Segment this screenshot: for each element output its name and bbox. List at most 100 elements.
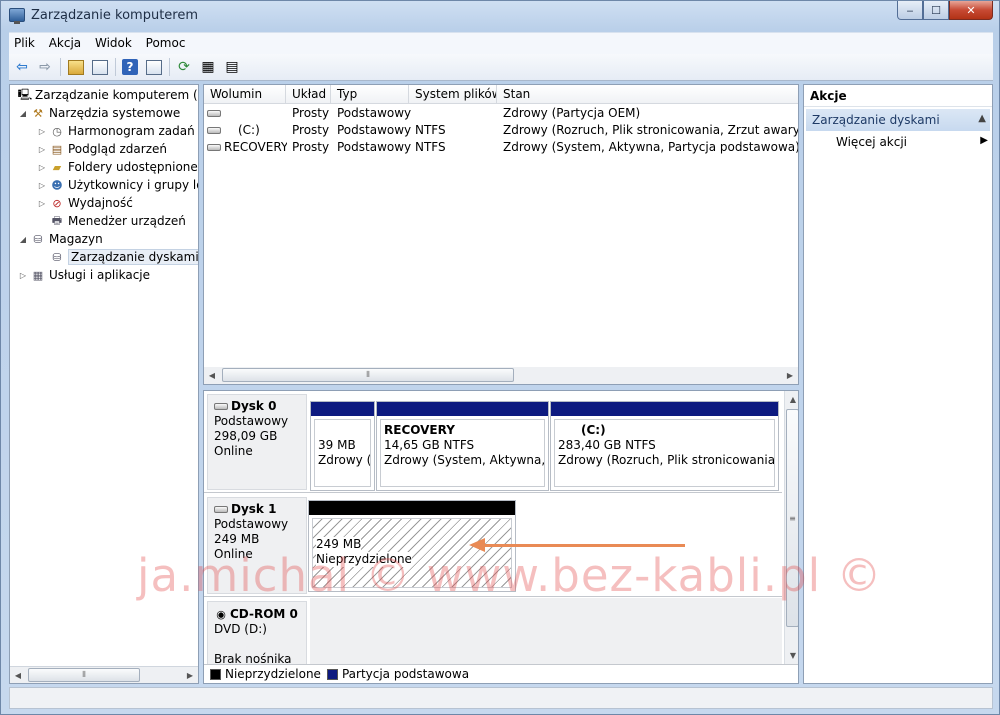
up-folder-icon[interactable] xyxy=(65,57,87,77)
tree-item-system-tools[interactable]: ◢ ⚒ Narzędzia systemowe xyxy=(18,104,180,122)
disk-icon xyxy=(214,506,228,513)
cdrom-empty-area xyxy=(310,598,782,664)
menu-plik[interactable]: Plik xyxy=(9,33,40,50)
tree-item-services-apps[interactable]: ▷ ▦ Usługi i aplikacje xyxy=(18,266,150,284)
users-icon: ☻ xyxy=(51,178,63,192)
back-icon[interactable]: ⇦ xyxy=(11,57,33,77)
partition-status: Nieprzydzielone xyxy=(316,552,412,567)
legend-label: Partycja podstawowa xyxy=(341,667,470,681)
column-header-volume[interactable]: Wolumin xyxy=(204,85,286,104)
scroll-left-icon[interactable]: ◀ xyxy=(10,667,26,683)
scrollbar-thumb[interactable]: ≡ xyxy=(786,409,798,627)
refresh-icon[interactable]: ⟳ xyxy=(173,57,195,77)
tree-item-task-scheduler[interactable]: ▷ ◷ Harmonogram zadań xyxy=(37,122,195,140)
disk-name: Dysk 1 xyxy=(231,502,277,516)
system-tools-icon: ⚒ xyxy=(33,106,43,120)
title-bar[interactable]: Zarządzanie komputerem ‒ ☐ ✕ xyxy=(1,1,999,31)
show-hide-action-pane-icon[interactable] xyxy=(143,57,165,77)
tree-item-disk-management[interactable]: ⛁ Zarządzanie dyskami xyxy=(37,248,198,266)
disk-1-label[interactable]: Dysk 1 Podstawowy 249 MB Online xyxy=(207,497,307,594)
partition-details: 249 MB Nieprzydzielone xyxy=(312,518,512,588)
type-cell: Podstawowy xyxy=(337,123,412,137)
services-icon: ▦ xyxy=(32,268,44,282)
volume-icon xyxy=(207,127,221,134)
tree-item-storage[interactable]: ◢ ⛁ Magazyn xyxy=(18,230,103,248)
cdrom-0-label[interactable]: ◉ CD-ROM 0 DVD (D:) Brak nośnika xyxy=(207,601,307,667)
disk-management-icon: ⛁ xyxy=(52,250,62,264)
actions-section-disk-management[interactable]: Zarządzanie dyskami ▲ xyxy=(806,109,990,131)
toolbar: ⇦ ⇨ ? ⟳ ▦ ▤ xyxy=(9,54,993,81)
scroll-right-icon[interactable]: ▶ xyxy=(782,367,798,383)
column-header-layout[interactable]: Układ xyxy=(286,85,331,104)
menu-akcja[interactable]: Akcja xyxy=(44,33,86,50)
annotation-arrow-line xyxy=(483,544,685,547)
tree-item-label: Harmonogram zadań xyxy=(68,124,195,138)
tree-item-computer-management[interactable]: 🖳 Zarządzanie komputerem (loka xyxy=(12,86,198,104)
expand-triangle-icon[interactable]: ▷ xyxy=(37,145,47,154)
expand-triangle-icon[interactable]: ▷ xyxy=(37,163,47,172)
expand-triangle-icon[interactable]: ▷ xyxy=(37,181,47,190)
volume-icon xyxy=(207,110,221,117)
maximize-button[interactable]: ☐ xyxy=(923,1,949,20)
navigation-tree: 🖳 Zarządzanie komputerem (loka ◢ ⚒ Narzę… xyxy=(9,84,199,684)
menu-pomoc[interactable]: Pomoc xyxy=(141,33,191,50)
toolbar-separator xyxy=(60,58,61,76)
collapse-triangle-icon[interactable]: ◢ xyxy=(18,235,28,244)
close-button[interactable]: ✕ xyxy=(949,1,993,20)
volume-name: RECOVERY xyxy=(224,140,287,154)
partition-oem[interactable]: 39 MB Zdrowy (P xyxy=(310,401,375,491)
forward-icon[interactable]: ⇨ xyxy=(34,57,56,77)
tree-item-shared-folders[interactable]: ▷ ▰ Foldery udostępnione xyxy=(37,158,198,176)
disk-0-label[interactable]: Dysk 0 Podstawowy 298,09 GB Online xyxy=(207,394,307,490)
actions-section-label: Zarządzanie dyskami xyxy=(812,113,940,127)
table-row[interactable]: Prosty Podstawowy Zdrowy (Partycja OEM) xyxy=(204,105,798,122)
tree-item-device-manager[interactable]: 🖶 Menedżer urządzeń xyxy=(37,212,186,230)
collapse-up-icon[interactable]: ▲ xyxy=(978,113,986,124)
tree-item-label: Menedżer urządzeń xyxy=(68,214,186,228)
help-icon[interactable]: ? xyxy=(119,57,141,77)
disk-size: 249 MB xyxy=(214,532,260,546)
disk-vertical-scrollbar[interactable]: ▲ ≡ ▼ xyxy=(784,391,798,664)
tree-item-event-viewer[interactable]: ▷ ▤ Podgląd zdarzeń xyxy=(37,140,167,158)
column-header-type[interactable]: Typ xyxy=(331,85,409,104)
status-cell: Zdrowy (System, Aktywna, Partycja podsta… xyxy=(503,140,798,154)
collapse-triangle-icon[interactable]: ◢ xyxy=(18,109,28,118)
scrollbar-thumb[interactable]: ⦀ xyxy=(28,668,140,682)
partition-recovery[interactable]: RECOVERY 14,65 GB NTFS Zdrowy (System, A… xyxy=(376,401,549,491)
table-row[interactable]: (C:) Prosty Podstawowy NTFS Zdrowy (Rozr… xyxy=(204,122,798,139)
partition-status: Zdrowy (Rozruch, Plik stronicowania, Zrz xyxy=(558,453,775,467)
file-system-cell: NTFS xyxy=(415,140,446,154)
tree-item-performance[interactable]: ▷ ⊘ Wydajność xyxy=(37,194,133,212)
column-header-status[interactable]: Stan xyxy=(497,85,798,104)
scroll-up-icon[interactable]: ▲ xyxy=(785,391,798,407)
window-title: Zarządzanie komputerem xyxy=(31,8,199,23)
column-header-file-system[interactable]: System plików xyxy=(409,85,497,104)
tree-item-label: Podgląd zdarzeń xyxy=(68,142,167,156)
expand-triangle-icon[interactable]: ▷ xyxy=(37,199,47,208)
volume-cell: (C:) xyxy=(207,123,285,137)
tree-item-label: Użytkownicy i grupy lok xyxy=(68,178,199,192)
table-row[interactable]: RECOVERY Prosty Podstawowy NTFS Zdrowy (… xyxy=(204,139,798,156)
unallocated-swatch xyxy=(210,668,221,680)
expand-triangle-icon[interactable]: ▷ xyxy=(37,127,47,136)
scroll-down-icon[interactable]: ▼ xyxy=(785,647,798,663)
scrollbar-thumb[interactable]: ⦀ xyxy=(222,368,514,382)
tree-horizontal-scrollbar[interactable]: ◀ ⦀ ▶ xyxy=(10,666,198,683)
toolbar-separator xyxy=(169,58,170,76)
properties-icon[interactable]: ▦ xyxy=(197,57,219,77)
export-icon[interactable]: ▤ xyxy=(221,57,243,77)
tree-item-local-users[interactable]: ▷ ☻ Użytkownicy i grupy lok xyxy=(37,176,199,194)
cdrom-0-row: ◉ CD-ROM 0 DVD (D:) Brak nośnika xyxy=(204,598,782,667)
volume-cell: RECOVERY xyxy=(207,140,287,154)
tree-item-label: Zarządzanie komputerem (loka xyxy=(35,88,198,102)
menu-widok[interactable]: Widok xyxy=(90,33,137,50)
volume-horizontal-scrollbar[interactable]: ◀ ⦀ ▶ xyxy=(204,367,798,384)
more-actions-item[interactable]: Więcej akcji ▶ xyxy=(836,135,988,149)
scroll-right-icon[interactable]: ▶ xyxy=(182,667,198,683)
scroll-left-icon[interactable]: ◀ xyxy=(204,367,220,383)
partition-c[interactable]: (C:) 283,40 GB NTFS Zdrowy (Rozruch, Pli… xyxy=(550,401,779,491)
expand-triangle-icon[interactable]: ▷ xyxy=(18,271,28,280)
minimize-button[interactable]: ‒ xyxy=(897,1,923,20)
partition-bar xyxy=(551,402,778,416)
show-hide-tree-icon[interactable] xyxy=(89,57,111,77)
